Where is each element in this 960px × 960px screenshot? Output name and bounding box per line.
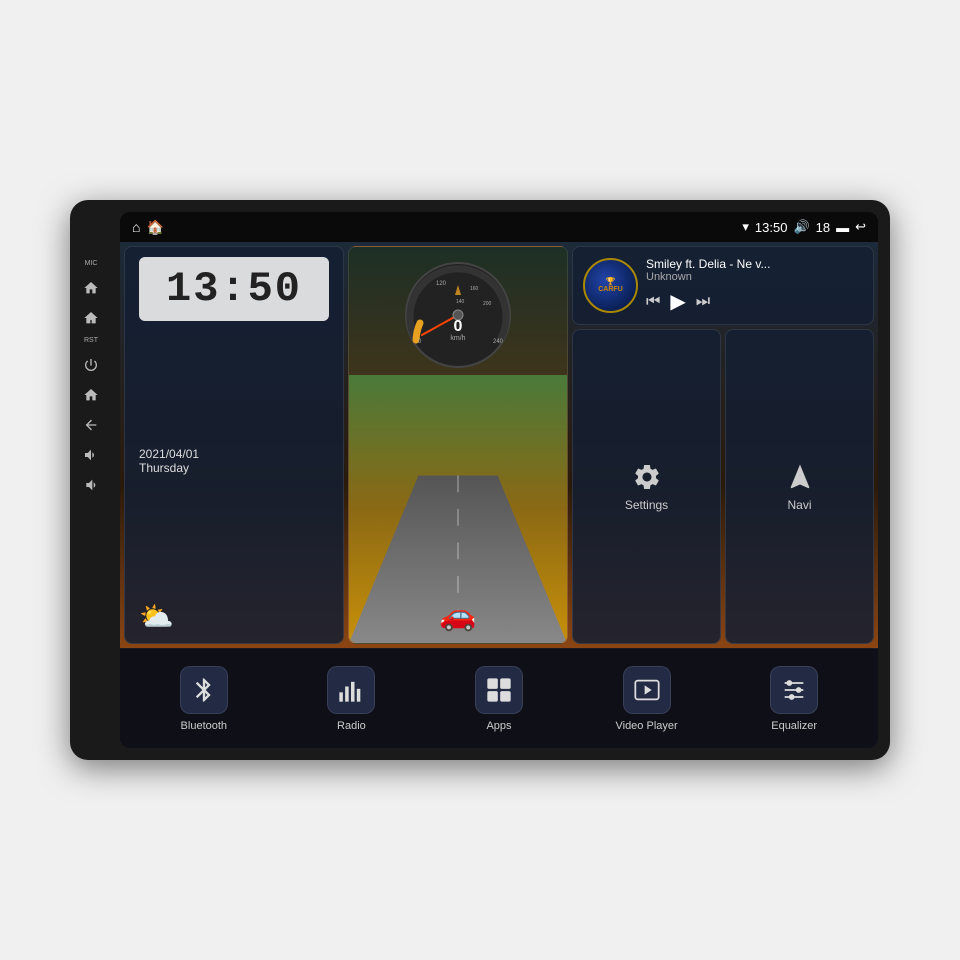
next-button[interactable]: ⏭ bbox=[696, 293, 710, 311]
vol-down-side-button[interactable] bbox=[80, 474, 102, 496]
home3-side-button[interactable] bbox=[80, 384, 102, 406]
vol-up-side-button[interactable] bbox=[80, 444, 102, 466]
main-content: 13:50 2021/04/01 Thursday ⛅ bbox=[120, 242, 878, 748]
house2-side-button[interactable] bbox=[80, 307, 102, 329]
radio-icon-container bbox=[327, 666, 375, 714]
screen: ⌂ 🏠 ▾ 13:50 🔊 18 ▬ ↩ 13:50 bbox=[120, 212, 878, 748]
home-side-button[interactable] bbox=[80, 277, 102, 299]
svg-text:160: 160 bbox=[470, 286, 479, 292]
status-left: ⌂ 🏠 bbox=[132, 219, 164, 236]
car-icon: 🚗 bbox=[439, 598, 476, 633]
music-title: Smiley ft. Delia - Ne v... bbox=[646, 257, 863, 271]
weather-icon: ⛅ bbox=[139, 600, 174, 633]
bluetooth-icon bbox=[190, 676, 218, 704]
status-home-icon[interactable]: ⌂ bbox=[132, 219, 140, 235]
svg-text:0: 0 bbox=[454, 318, 463, 335]
speedometer-gauge: 0 120 240 140 160 200 0 km/h bbox=[398, 255, 518, 375]
radio-button[interactable]: Radio bbox=[278, 666, 426, 732]
apps-icon bbox=[485, 676, 513, 704]
settings-nav-row: Settings Navi bbox=[572, 329, 874, 644]
settings-label: Settings bbox=[625, 498, 668, 512]
mic-label: MIC bbox=[85, 260, 98, 267]
volume-icon: 🔊 bbox=[793, 219, 809, 235]
apps-button[interactable]: Apps bbox=[425, 666, 573, 732]
bluetooth-button[interactable]: Bluetooth bbox=[130, 666, 278, 732]
video-player-label: Video Player bbox=[615, 720, 677, 732]
equalizer-label: Equalizer bbox=[771, 720, 817, 732]
bluetooth-label: Bluetooth bbox=[181, 720, 227, 732]
status-right: ▾ 13:50 🔊 18 ▬ ↩ bbox=[742, 219, 866, 235]
music-controls: ⏮ ▶ ⏭ bbox=[646, 289, 863, 314]
svg-text:140: 140 bbox=[456, 299, 465, 305]
clock-date: 2021/04/01 Thursday bbox=[139, 447, 329, 475]
settings-icon bbox=[632, 462, 662, 492]
video-player-icon bbox=[633, 676, 661, 704]
weather-section: ⛅ bbox=[139, 600, 329, 633]
radio-icon bbox=[337, 676, 365, 704]
status-time: 13:50 bbox=[755, 220, 788, 235]
back-side-button[interactable] bbox=[80, 414, 102, 436]
equalizer-icon bbox=[780, 676, 808, 704]
play-button[interactable]: ▶ bbox=[670, 289, 685, 314]
equalizer-button[interactable]: Equalizer bbox=[720, 666, 868, 732]
bottom-bar: Bluetooth Radio bbox=[120, 648, 878, 748]
clock-panel: 13:50 2021/04/01 Thursday ⛅ bbox=[124, 246, 344, 644]
equalizer-icon-container bbox=[770, 666, 818, 714]
status-bar: ⌂ 🏠 ▾ 13:50 🔊 18 ▬ ↩ bbox=[120, 212, 878, 242]
rst-label: RST bbox=[84, 337, 98, 344]
volume-level: 18 bbox=[816, 220, 830, 235]
top-panels: 13:50 2021/04/01 Thursday ⛅ bbox=[120, 242, 878, 648]
music-info: Smiley ft. Delia - Ne v... Unknown ⏮ ▶ ⏭ bbox=[646, 257, 863, 314]
navi-label: Navi bbox=[787, 498, 811, 512]
svg-text:km/h: km/h bbox=[450, 335, 465, 342]
clock-display: 13:50 bbox=[139, 257, 329, 321]
wifi-icon: ▾ bbox=[742, 219, 749, 235]
side-buttons: MIC RST bbox=[80, 260, 102, 496]
apps-icon-container bbox=[475, 666, 523, 714]
status-home2-icon[interactable]: 🏠 bbox=[146, 219, 163, 236]
album-logo: 🏆 CARFU bbox=[598, 277, 623, 295]
right-panel: 🏆 CARFU Smiley ft. Delia - Ne v... Unkno… bbox=[572, 246, 874, 644]
bluetooth-icon-container bbox=[180, 666, 228, 714]
power-side-button[interactable] bbox=[80, 354, 102, 376]
battery-icon: ▬ bbox=[836, 220, 849, 235]
road-view: 🚗 bbox=[349, 375, 567, 643]
album-art: 🏆 CARFU bbox=[583, 258, 638, 313]
svg-text:200: 200 bbox=[483, 301, 492, 307]
back-icon[interactable]: ↩ bbox=[855, 219, 866, 235]
navi-icon bbox=[785, 462, 815, 492]
video-player-icon-container bbox=[623, 666, 671, 714]
apps-label: Apps bbox=[486, 720, 511, 732]
speedometer-panel: 0 120 240 140 160 200 0 km/h bbox=[348, 246, 568, 644]
svg-text:120: 120 bbox=[436, 281, 447, 287]
music-panel[interactable]: 🏆 CARFU Smiley ft. Delia - Ne v... Unkno… bbox=[572, 246, 874, 325]
settings-button[interactable]: Settings bbox=[572, 329, 721, 644]
video-player-button[interactable]: Video Player bbox=[573, 666, 721, 732]
navi-button[interactable]: Navi bbox=[725, 329, 874, 644]
car-head-unit: MIC RST ⌂ 🏠 bbox=[70, 200, 890, 760]
music-artist: Unknown bbox=[646, 271, 863, 283]
clock-time: 13:50 bbox=[151, 265, 317, 313]
radio-label: Radio bbox=[337, 720, 366, 732]
prev-button[interactable]: ⏮ bbox=[646, 293, 660, 311]
svg-text:240: 240 bbox=[493, 339, 504, 345]
